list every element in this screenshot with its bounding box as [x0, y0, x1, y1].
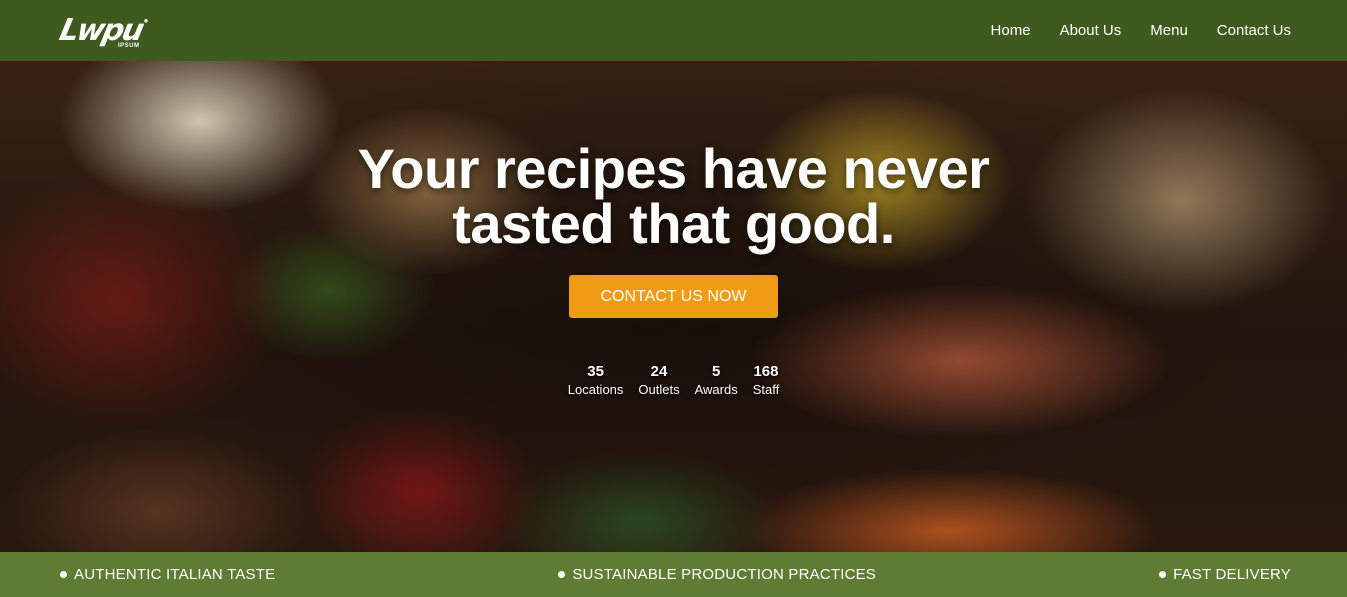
stat-awards: 5 Awards — [695, 363, 738, 399]
stat-label: Outlets — [638, 382, 680, 397]
stat-value: 5 — [711, 363, 721, 380]
stat-outlets: 24 Outlets — [638, 363, 679, 399]
navbar: Lwpu ● IPSUM Home About Us Menu Contact … — [0, 0, 1347, 61]
stat-label: Locations — [567, 382, 624, 397]
stat-label: Awards — [694, 382, 738, 397]
hero-headline-line1: Your recipes have never — [357, 137, 990, 200]
hero-headline-line2: tasted that good. — [452, 192, 895, 255]
main-nav: Home About Us Menu Contact Us — [991, 22, 1291, 39]
hero-headline: Your recipes have never tasted that good… — [358, 141, 990, 252]
feature-authentic-italian-taste: AUTHENTIC ITALIAN TASTE — [60, 566, 275, 583]
stats-row: 35 Locations 24 Outlets 5 Awards 168 Sta… — [568, 363, 779, 399]
feature-label: FAST DELIVERY — [1173, 566, 1291, 583]
bullet-icon — [60, 571, 67, 578]
nav-menu[interactable]: Menu — [1150, 22, 1188, 39]
logo[interactable]: Lwpu ● IPSUM — [56, 12, 148, 49]
contact-us-now-button[interactable]: CONTACT US NOW — [569, 275, 778, 318]
stat-label: Staff — [752, 382, 780, 397]
stat-value: 35 — [587, 363, 604, 380]
bullet-icon — [1159, 571, 1167, 578]
stat-value: 24 — [650, 363, 668, 380]
hero-section: Your recipes have never tasted that good… — [0, 61, 1347, 552]
hero-content: Your recipes have never tasted that good… — [0, 61, 1347, 552]
feature-label: SUSTAINABLE PRODUCTION PRACTICES — [572, 566, 877, 583]
logo-subtext: IPSUM — [118, 42, 140, 49]
features-bar: AUTHENTIC ITALIAN TASTE SUSTAINABLE PROD… — [0, 552, 1347, 597]
logo-icon: Lwpu — [56, 12, 146, 48]
bullet-icon — [558, 571, 566, 578]
stat-staff: 168 Staff — [753, 363, 780, 399]
nav-home[interactable]: Home — [991, 22, 1031, 39]
feature-fast-delivery: FAST DELIVERY — [1159, 566, 1291, 583]
nav-contact-us[interactable]: Contact Us — [1217, 22, 1291, 39]
nav-about-us[interactable]: About Us — [1060, 22, 1122, 39]
feature-sustainable-production: SUSTAINABLE PRODUCTION PRACTICES — [558, 566, 876, 583]
stat-value: 168 — [753, 363, 779, 380]
stat-locations: 35 Locations — [568, 363, 624, 399]
feature-label: AUTHENTIC ITALIAN TASTE — [74, 566, 276, 583]
